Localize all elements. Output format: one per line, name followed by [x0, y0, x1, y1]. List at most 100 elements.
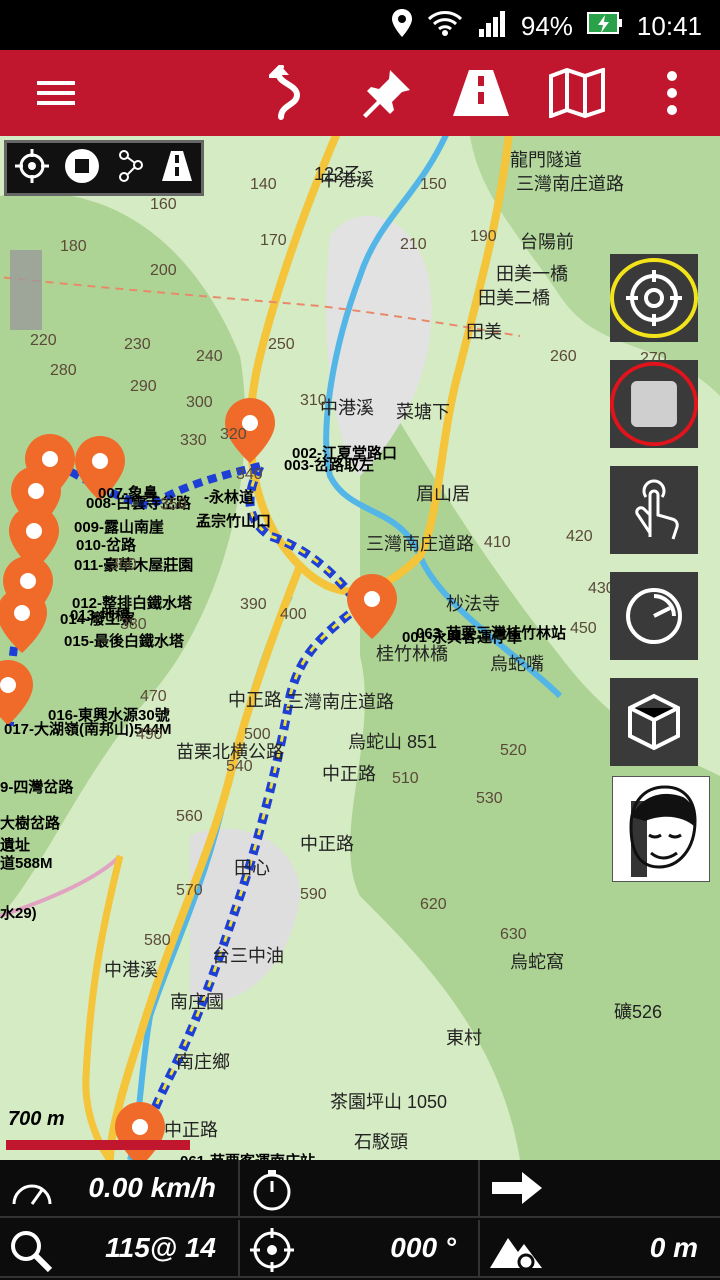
place-label: 三灣南庄道路: [366, 534, 474, 554]
top-toolbar: [0, 50, 720, 136]
cube-icon: [628, 693, 680, 751]
stop-record-icon: [610, 361, 698, 447]
elevation-label: 210: [400, 236, 427, 253]
elevation-label: 390: [240, 596, 267, 613]
gps-target-icon: [14, 148, 49, 183]
elevation-label: 540: [226, 758, 253, 775]
place-label: 中正路: [322, 764, 376, 784]
signal-icon: [477, 9, 507, 44]
map-button[interactable]: [542, 50, 612, 136]
heading-cell[interactable]: 000 °: [240, 1220, 480, 1278]
elevation-label: 320: [220, 426, 247, 443]
center-location-button[interactable]: [610, 254, 698, 342]
status-bar: 94% 10:41: [0, 0, 720, 50]
direction-cell[interactable]: [480, 1160, 720, 1218]
elevation-label: 570: [176, 882, 203, 899]
compass-dial-button[interactable]: [610, 572, 698, 660]
elevation-label: 330: [180, 432, 207, 449]
elevation-label: 560: [176, 808, 203, 825]
speed-cell[interactable]: 0.00 km/h: [0, 1160, 240, 1218]
place-label: 茶園坪山 1050: [330, 1092, 448, 1112]
elevation-label: 340: [236, 466, 263, 483]
place-label: 烏蛇窩: [510, 952, 564, 972]
zoom-cell[interactable]: 115@ 14: [0, 1220, 240, 1278]
menu-button[interactable]: [20, 50, 92, 136]
location-status-icon: [391, 8, 413, 45]
track-button[interactable]: [116, 149, 146, 188]
elevation-label: 530: [476, 790, 503, 807]
battery-percent: 94%: [520, 11, 573, 41]
elevation-label: 490: [136, 726, 163, 743]
place-label: 烏蛇山 851: [348, 732, 438, 752]
elevation-label: 170: [260, 232, 287, 249]
elevation-label: 630: [500, 926, 527, 943]
altitude-value: 0 m: [649, 1232, 698, 1263]
waypoint-label: 道588M: [0, 855, 53, 872]
track-center-button[interactable]: [14, 148, 49, 188]
compass-icon: [250, 1228, 294, 1272]
track-icon: [118, 149, 143, 182]
compass-dial-icon: [626, 588, 682, 644]
stop-button-small[interactable]: [64, 148, 100, 189]
waypoint-label: 孟宗竹山口: [196, 513, 272, 530]
elevation-label: 400: [280, 606, 307, 623]
more-options-button[interactable]: [650, 50, 694, 136]
speed-value: 0.00 km/h: [88, 1172, 216, 1203]
elevation-label: 150: [420, 176, 447, 193]
place-label: 中港溪: [320, 398, 374, 418]
route-icon: [269, 65, 301, 120]
place-label: 烏蛇嘴: [490, 654, 544, 674]
elevation-label: 280: [50, 362, 77, 379]
place-label: 三灣南庄道路: [516, 174, 624, 194]
side-slider[interactable]: [10, 250, 42, 330]
elevation-label: 300: [186, 394, 213, 411]
user-avatar-button[interactable]: [612, 776, 710, 882]
battery-charging-icon: [586, 10, 623, 43]
place-label: 田美: [466, 322, 502, 342]
speedometer-icon: [12, 1184, 52, 1205]
elevation-label: 290: [130, 378, 157, 395]
place-label: 中正路: [228, 690, 282, 710]
waypoint-label: 大樹岔路: [0, 815, 61, 832]
elevation-label: 520: [500, 742, 527, 759]
road-mode-button[interactable]: [161, 149, 193, 188]
elevation-label: 380: [120, 616, 147, 633]
map-view[interactable]: 龍門隧道 三灣南庄道路 台陽前 田美一橋 田美二橋 田美 菜塘下 眉山居 三灣南庄道路 杪法寺 桂竹…: [0, 136, 720, 1160]
crosshair-icon: [610, 258, 698, 338]
place-label: 南庄鄉: [176, 1052, 230, 1072]
elevation-label: 620: [420, 896, 447, 913]
waypoint-button[interactable]: [352, 50, 422, 136]
elevation-label: 350: [160, 496, 187, 513]
elevation-label: 180: [60, 238, 87, 255]
elevation-label: 260: [550, 348, 577, 365]
zoom-value: 115@ 14: [105, 1232, 216, 1263]
place-label: 南庄國: [170, 992, 224, 1012]
scale-bar: [6, 1140, 190, 1150]
more-icon: [667, 71, 677, 115]
altitude-cell[interactable]: 0 m: [480, 1220, 720, 1278]
elevation-label: 230: [124, 336, 151, 353]
place-label: 石駁頭: [354, 1132, 408, 1152]
waypoint-label: -永林道: [204, 489, 254, 506]
elevation-label: 190: [470, 228, 497, 245]
waypoint-label: 水29): [0, 905, 37, 922]
timer-cell[interactable]: [240, 1160, 480, 1218]
route-button[interactable]: [254, 50, 324, 136]
touch-mode-button[interactable]: [610, 466, 698, 554]
elevation-label: 420: [566, 528, 593, 545]
menu-icon: [37, 81, 75, 105]
stop-icon: [65, 148, 100, 183]
place-label: 三灣南庄道路: [286, 692, 394, 712]
stop-recording-button[interactable]: [610, 360, 698, 448]
elevation-label: 310: [300, 392, 327, 409]
elevation-label: 580: [144, 932, 171, 949]
heading-value: 000 °: [390, 1232, 456, 1263]
elevation-label: 160: [150, 196, 177, 213]
waypoint-label: 001-永興客運停車: [402, 629, 523, 646]
map-icon: [549, 68, 605, 118]
road-button[interactable]: [446, 50, 516, 136]
3d-view-button[interactable]: [610, 678, 698, 766]
elevation-label: 500: [244, 726, 271, 743]
place-label: 龍門隧道: [510, 150, 582, 170]
avatar-icon: [629, 785, 697, 877]
